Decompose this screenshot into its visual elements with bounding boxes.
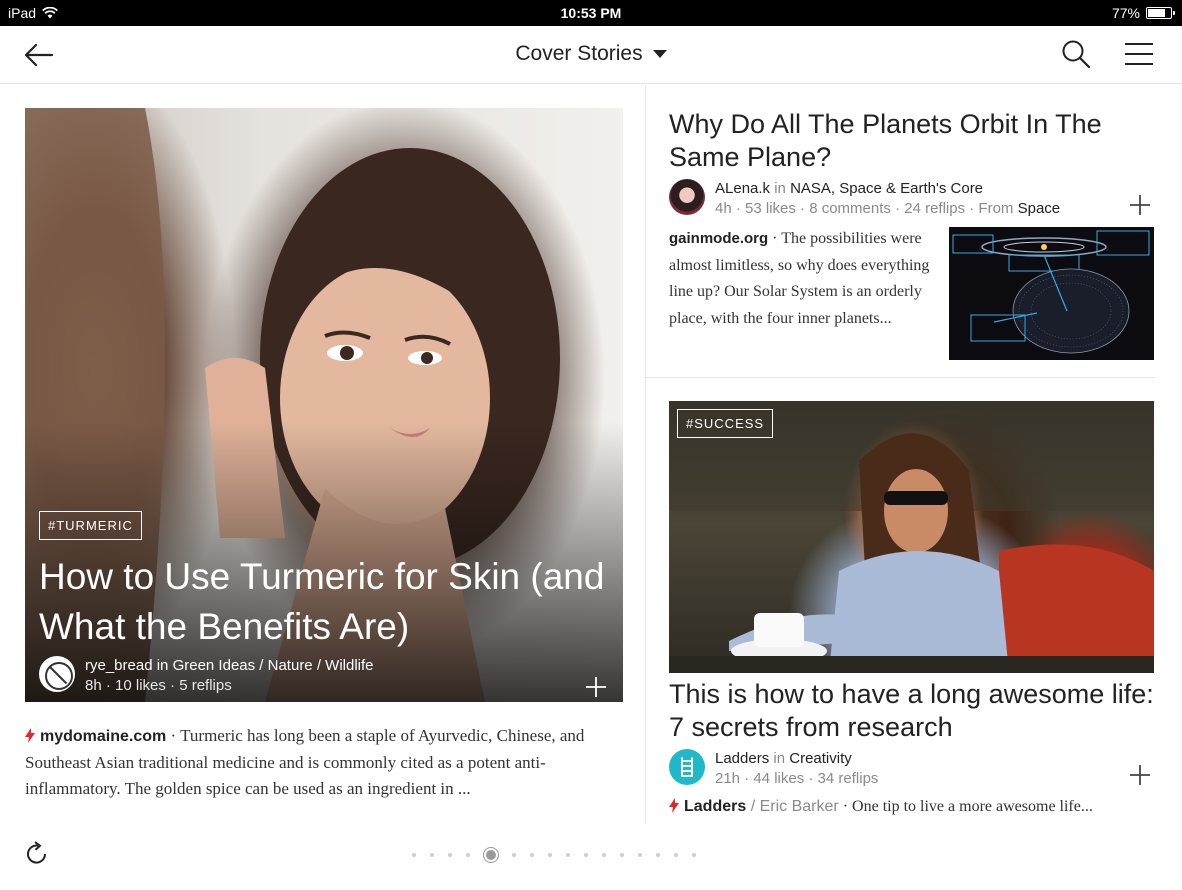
story-card-success[interactable]: #SUCCESS bbox=[669, 401, 1154, 673]
story-headline[interactable]: How to Use Turmeric for Skin (and What t… bbox=[39, 552, 609, 652]
story-headline[interactable]: This is how to have a long awesome life:… bbox=[669, 678, 1154, 744]
hamburger-menu-icon[interactable] bbox=[1124, 42, 1154, 66]
story-excerpt[interactable]: Ladders / Eric Barker · One tip to live … bbox=[669, 795, 1159, 819]
story-stats: 4h · 53 likes · 8 comments · 24 reflips … bbox=[715, 200, 1018, 217]
page-indicator[interactable] bbox=[412, 848, 696, 862]
page-dot[interactable] bbox=[674, 853, 678, 857]
story-thumbnail[interactable] bbox=[949, 227, 1154, 360]
page-dot[interactable] bbox=[466, 853, 470, 857]
section-selector[interactable]: Cover Stories bbox=[0, 42, 1182, 66]
chevron-down-icon bbox=[652, 49, 667, 58]
flipboard-flame-icon bbox=[25, 728, 35, 743]
solar-system-diagram bbox=[952, 230, 1150, 354]
page-dot[interactable] bbox=[620, 853, 624, 857]
author-name[interactable]: Ladders bbox=[715, 750, 769, 767]
excerpt-text: · One tip to live a more awesome life... bbox=[838, 798, 1093, 815]
page-dot[interactable] bbox=[548, 853, 552, 857]
magazine-name[interactable]: NASA, Space & Earth's Core bbox=[790, 180, 983, 197]
story-stats: 8h · 10 likes · 5 reflips bbox=[85, 677, 232, 694]
magazine-name[interactable]: Creativity bbox=[789, 750, 852, 767]
story-photo bbox=[669, 401, 1154, 673]
page-dot[interactable] bbox=[656, 853, 660, 857]
source-domain[interactable]: gainmode.org bbox=[669, 230, 768, 247]
avatar[interactable] bbox=[39, 656, 75, 692]
story-attribution: rye_bread in Green Ideas / Nature / Wild… bbox=[85, 656, 374, 696]
story-attribution: Ladders in Creativity 21h · 44 likes · 3… bbox=[715, 749, 878, 789]
magazine-name[interactable]: Green Ideas / Nature / Wildlife bbox=[173, 657, 374, 674]
page-dot[interactable] bbox=[602, 853, 606, 857]
avatar[interactable] bbox=[669, 179, 705, 215]
page-dot[interactable] bbox=[584, 853, 588, 857]
avatar[interactable] bbox=[669, 749, 705, 785]
story-stats: 21h · 44 likes · 34 reflips bbox=[715, 770, 879, 787]
page-dot[interactable] bbox=[512, 853, 516, 857]
page-dot[interactable] bbox=[638, 853, 642, 857]
page-dot[interactable] bbox=[430, 853, 434, 857]
topic-tag[interactable]: #SUCCESS bbox=[677, 409, 774, 438]
page-dot[interactable] bbox=[412, 853, 416, 857]
search-icon[interactable] bbox=[1060, 38, 1092, 70]
app-window: Cover Stories #TURMERIC How to Use Turme… bbox=[0, 26, 1182, 890]
status-bar: iPad 10:53 PM 77% bbox=[0, 0, 1182, 26]
status-time: 10:53 PM bbox=[560, 5, 622, 21]
column-divider bbox=[645, 86, 646, 824]
author-name[interactable]: rye_bread bbox=[85, 657, 153, 674]
story-excerpt[interactable]: mydomaine.com · Turmeric has long been a… bbox=[25, 723, 625, 802]
page-dot[interactable] bbox=[566, 853, 570, 857]
in-label: in bbox=[774, 180, 786, 197]
source-domain[interactable]: mydomaine.com bbox=[40, 728, 166, 745]
topic-tag[interactable]: #TURMERIC bbox=[39, 511, 142, 540]
from-section[interactable]: Space bbox=[1018, 200, 1061, 217]
status-right: 77% bbox=[1111, 5, 1175, 21]
plus-icon[interactable] bbox=[585, 676, 607, 698]
section-title: Cover Stories bbox=[515, 42, 643, 65]
page-dot[interactable] bbox=[692, 853, 696, 857]
page-dot[interactable] bbox=[448, 853, 452, 857]
battery-icon bbox=[1146, 7, 1175, 19]
story-excerpt[interactable]: gainmode.org · The possibilities were al… bbox=[669, 226, 939, 332]
battery-fill bbox=[1148, 9, 1165, 17]
story-attribution: ALena.k in NASA, Space & Earth's Core 4h… bbox=[715, 179, 1060, 219]
row-divider bbox=[645, 377, 1155, 378]
story-headline[interactable]: Why Do All The Planets Orbit In The Same… bbox=[669, 108, 1139, 174]
page-dot-active[interactable] bbox=[484, 848, 498, 862]
plus-icon[interactable] bbox=[1129, 194, 1151, 216]
ladder-icon bbox=[681, 757, 693, 777]
in-label: in bbox=[773, 750, 786, 767]
refresh-icon[interactable] bbox=[24, 841, 50, 867]
flipboard-flame-icon bbox=[669, 798, 679, 813]
top-bar: Cover Stories bbox=[0, 26, 1182, 84]
source-domain[interactable]: Ladders bbox=[684, 798, 746, 815]
author-name[interactable]: ALena.k bbox=[715, 180, 770, 197]
battery-percent: 77% bbox=[1111, 5, 1140, 21]
story-card-turmeric[interactable]: #TURMERIC How to Use Turmeric for Skin (… bbox=[25, 108, 623, 702]
page-dot[interactable] bbox=[530, 853, 534, 857]
in-label: in bbox=[156, 657, 169, 674]
plus-icon[interactable] bbox=[1129, 764, 1151, 786]
source-author[interactable]: / Eric Barker bbox=[746, 798, 839, 815]
